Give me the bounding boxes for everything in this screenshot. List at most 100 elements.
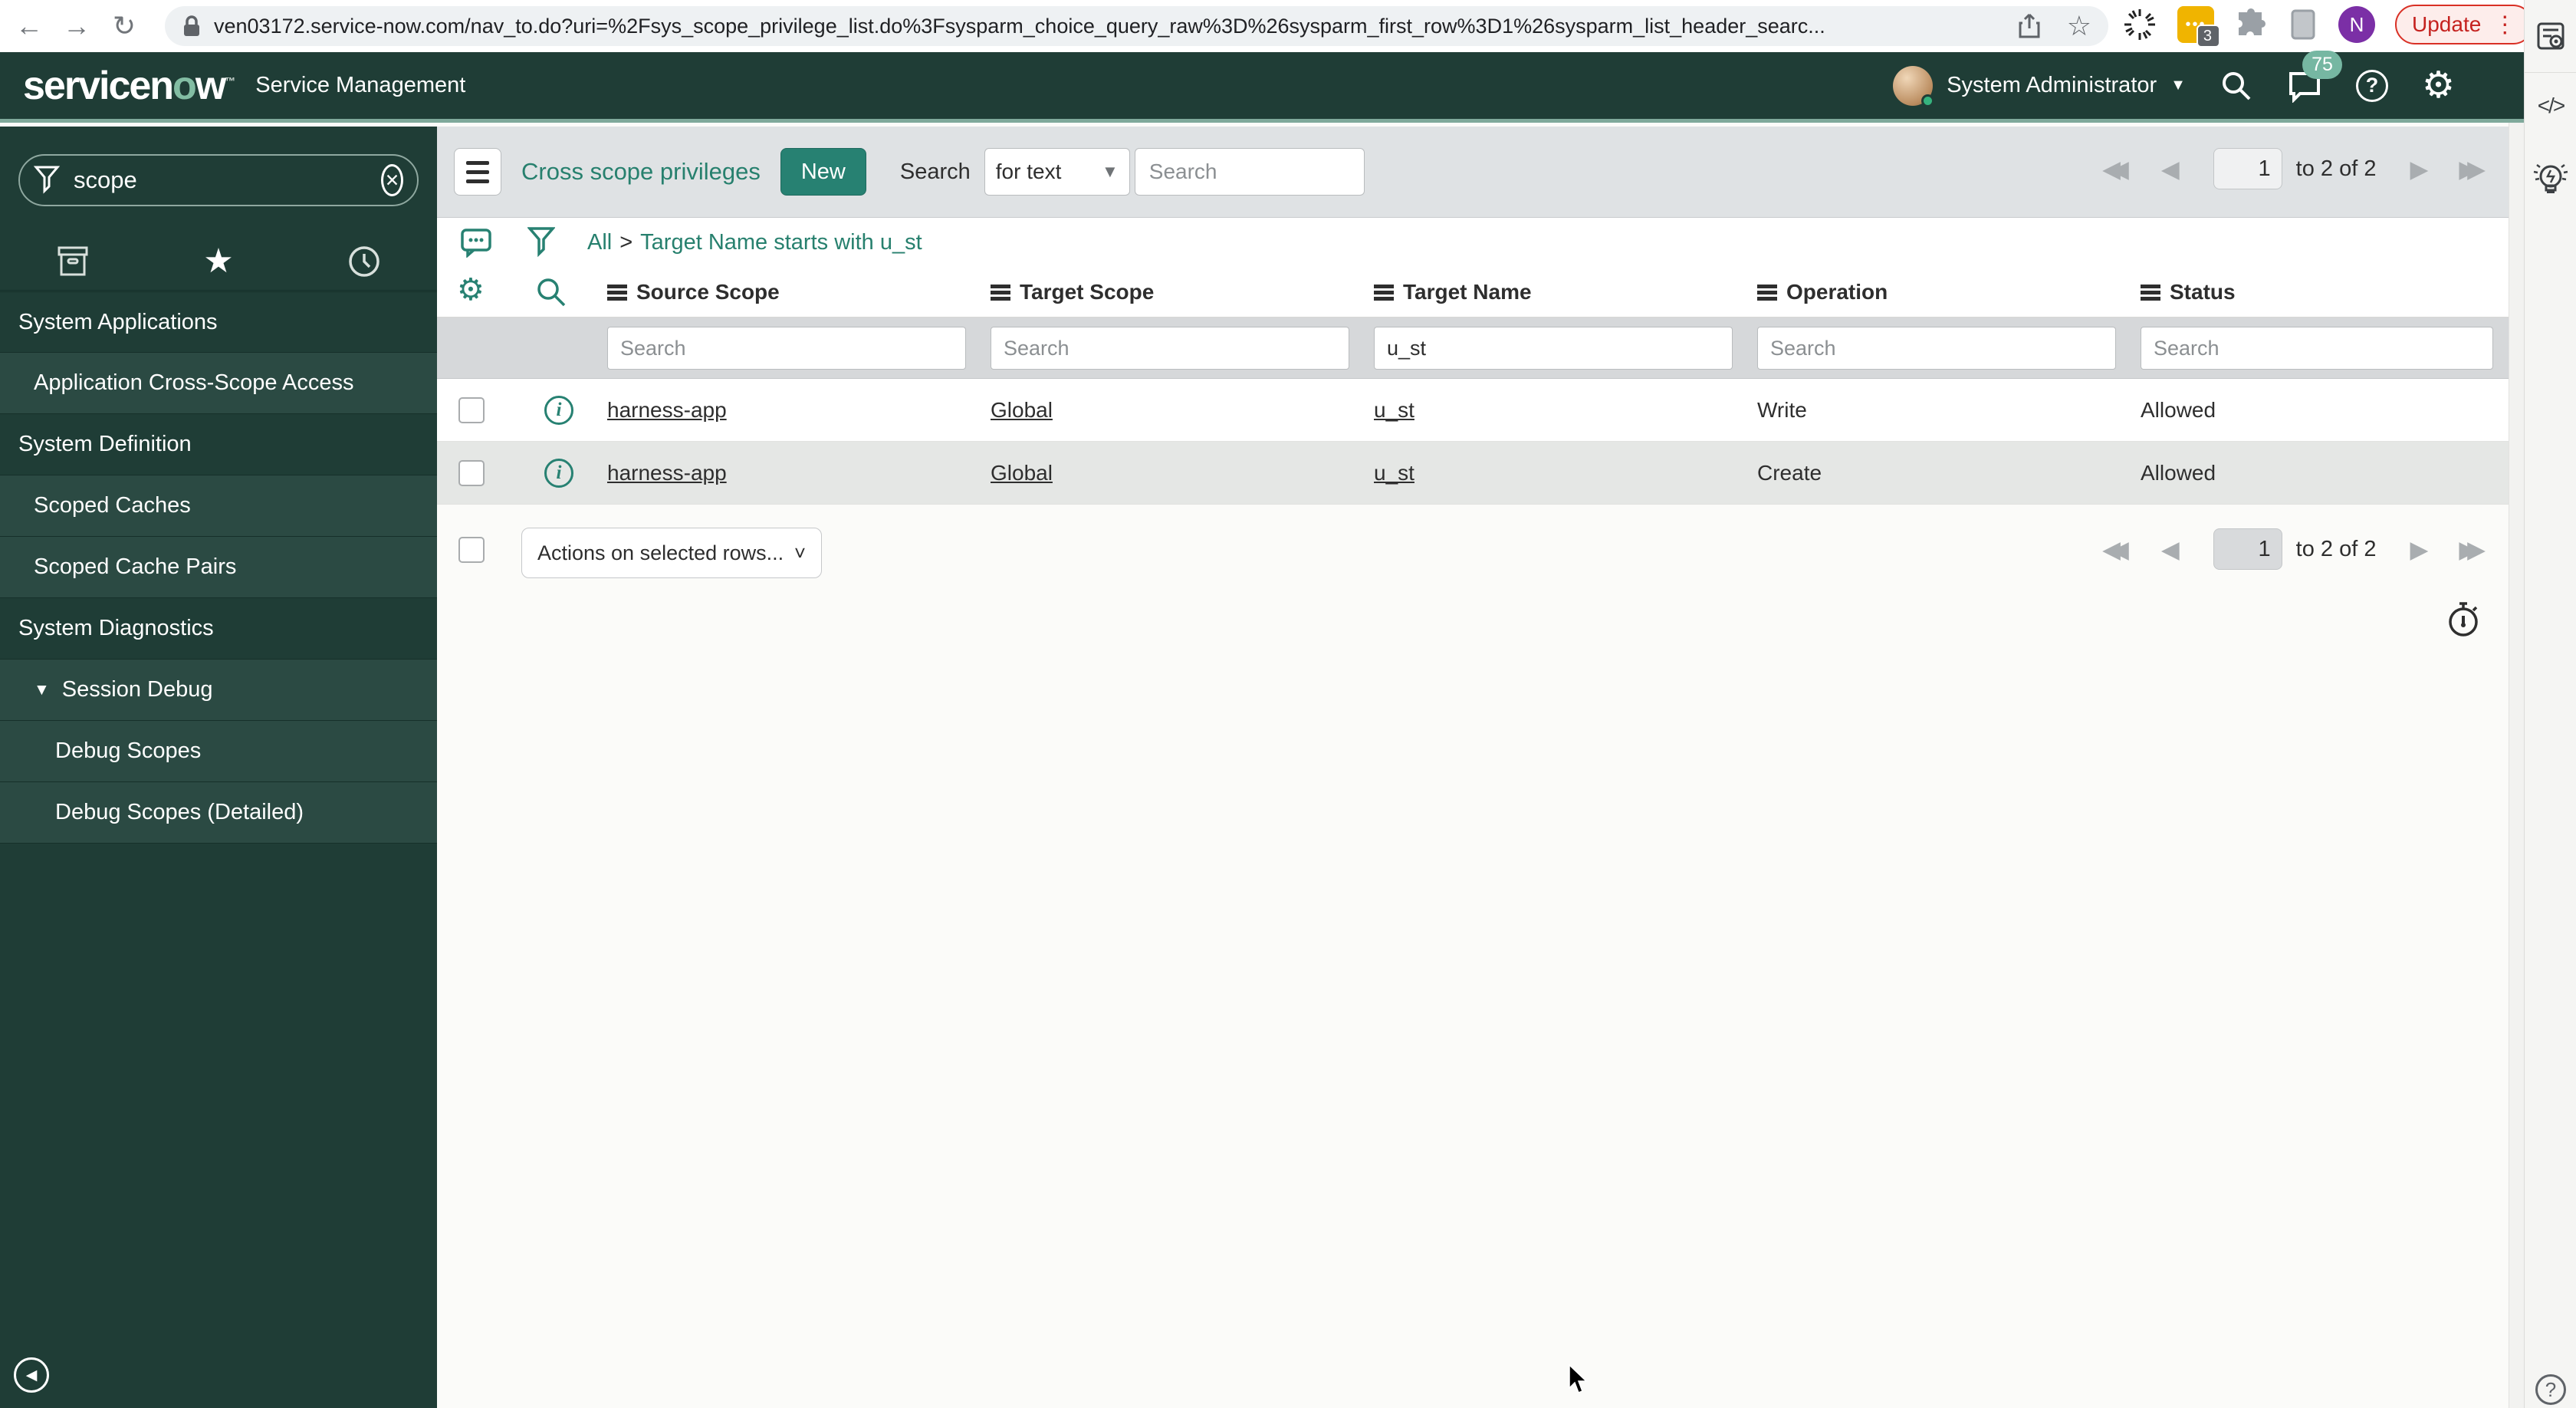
user-menu[interactable]: System Administrator ▼ [1893,65,2186,107]
page-range-label: to 2 of 2 [2295,536,2377,561]
search-input-source-scope[interactable] [607,327,966,370]
logo-o: o [172,63,197,108]
page-input[interactable] [2213,148,2282,189]
sidebar-item-session-debug[interactable]: ▼ Session Debug [0,660,437,721]
collapse-sidebar-button[interactable]: ◀ [14,1357,49,1393]
search-label: Search [899,159,971,184]
chat-icon[interactable]: 75 [2287,50,2342,103]
actions-select[interactable]: Actions on selected rows... ˅ [521,528,822,578]
reload-icon[interactable]: ↻ [106,10,143,42]
column-menu-icon[interactable] [607,284,627,301]
sidebar-item-application-cross-scope-access[interactable]: Application Cross-Scope Access [0,353,437,414]
share-icon[interactable] [2018,13,2041,39]
browser-menu-kebab-icon[interactable]: ⋮ [2493,12,2516,38]
sidebar-item-scoped-caches[interactable]: Scoped Caches [0,475,437,537]
sidebar-item-label: Scoped Cache Pairs [34,554,237,579]
column-header-status[interactable]: Status [2141,267,2236,317]
new-button[interactable]: New [780,148,866,196]
product-title: Service Management [255,73,466,97]
search-input-target-name[interactable] [1374,327,1733,370]
cell-target-name[interactable]: u_st [1374,442,1414,505]
global-search-icon[interactable] [2220,69,2253,103]
side-panel-icon[interactable] [2288,8,2318,41]
gear-icon[interactable]: ⚙ [2422,67,2455,104]
row-checkbox[interactable] [458,460,485,486]
breadcrumb-all-link[interactable]: All [587,230,612,255]
column-header-operation[interactable]: Operation [1757,267,1888,317]
table-row: i harness-app Global u_st Write Allowed [437,379,2509,442]
code-icon[interactable]: </> [2525,94,2576,118]
search-type-select[interactable]: for text ▼ [984,148,1130,196]
breadcrumb-condition-link[interactable]: Target Name starts with u_st [640,230,922,255]
next-page-button[interactable]: ▶ [2410,538,2428,561]
select-all-checkbox[interactable] [458,537,485,563]
extensions-puzzle-icon[interactable] [2234,8,2268,41]
form-viewer-icon[interactable] [2525,20,2576,52]
filter-input[interactable] [72,166,381,195]
favorites-tab[interactable]: ★ [146,232,291,290]
clear-filter-icon[interactable]: ✕ [381,164,403,196]
list-search-input[interactable] [1134,148,1365,196]
star-icon: ★ [203,242,234,280]
page-input[interactable] [2213,528,2282,570]
spinner-extension-icon[interactable] [2122,7,2157,42]
previous-page-button[interactable]: ◀ [2161,538,2180,561]
last-page-button[interactable]: ▶▶ [2459,538,2486,561]
update-button[interactable]: Update ⋮ [2395,5,2534,44]
response-time-stopwatch-icon[interactable] [2446,600,2481,639]
address-bar[interactable]: ven03172.service-now.com/nav_to.do?uri=%… [165,6,2108,46]
select-chevron-icon: ˅ [794,541,806,564]
list-context-menu-button[interactable] [454,148,501,196]
search-input-operation[interactable] [1757,327,2116,370]
next-page-button[interactable]: ▶ [2410,157,2428,181]
column-menu-icon[interactable] [1757,284,1777,301]
page-scrollbar[interactable] [2509,52,2524,1408]
chat-bubble-icon[interactable] [460,227,492,258]
filter-funnel-icon [34,165,60,196]
column-header-target-scope[interactable]: Target Scope [991,267,1154,317]
cell-target-scope[interactable]: Global [991,379,1053,442]
bookmark-star-icon[interactable]: ☆ [2067,12,2091,40]
forward-icon[interactable]: → [58,10,95,42]
lightbulb-icon[interactable] [2525,158,2576,201]
previous-page-button[interactable]: ◀ [2161,157,2180,181]
first-page-button[interactable]: ◀◀ [2102,538,2129,561]
history-tab[interactable] [291,232,437,290]
navigator-filter[interactable]: ✕ [18,154,419,206]
search-input-target-scope[interactable] [991,327,1349,370]
search-input-status[interactable] [2141,327,2493,370]
all-applications-tab[interactable] [0,232,146,290]
back-icon[interactable]: ← [11,10,48,42]
sidebar-item-debug-scopes[interactable]: Debug Scopes [0,721,437,782]
cell-target-name[interactable]: u_st [1374,379,1414,442]
sidebar-item-scoped-cache-pairs[interactable]: Scoped Cache Pairs [0,537,437,598]
cell-source-scope[interactable]: harness-app [607,442,727,505]
sidebar-category-system-applications[interactable]: System Applications [0,291,437,353]
column-menu-icon[interactable] [2141,284,2160,301]
cell-source-scope[interactable]: harness-app [607,379,727,442]
column-header-target-name[interactable]: Target Name [1374,267,1532,317]
sidebar-item-debug-scopes-detailed[interactable]: Debug Scopes (Detailed) [0,782,437,844]
browser-profile-avatar[interactable]: N [2338,6,2375,43]
servicenow-logo[interactable]: servicenow™ [23,63,235,109]
column-search-icon[interactable] [535,276,567,308]
page-title[interactable]: Cross scope privileges [521,158,761,186]
navigator-tabs: ★ [0,232,437,291]
help-icon[interactable]: ? [2355,69,2388,102]
cell-target-scope[interactable]: Global [991,442,1053,505]
first-page-button[interactable]: ◀◀ [2102,157,2129,181]
sidebar-category-system-definition[interactable]: System Definition [0,414,437,475]
row-checkbox[interactable] [458,397,485,423]
column-menu-icon[interactable] [1374,284,1394,301]
column-menu-icon[interactable] [991,284,1010,301]
breadcrumb-filter-icon[interactable] [527,226,555,258]
notes-extension-icon[interactable]: ••• 3 [2177,6,2220,48]
help-circle-icon[interactable]: ? [2525,1374,2576,1405]
last-page-button[interactable]: ▶▶ [2459,157,2486,181]
column-header-source-scope[interactable]: Source Scope [607,267,780,317]
personalize-list-gear-icon[interactable]: ⚙ [457,275,485,305]
info-icon[interactable]: i [544,396,573,425]
expanded-triangle-icon: ▼ [34,680,50,699]
sidebar-category-system-diagnostics[interactable]: System Diagnostics [0,598,437,660]
info-icon[interactable]: i [544,459,573,488]
